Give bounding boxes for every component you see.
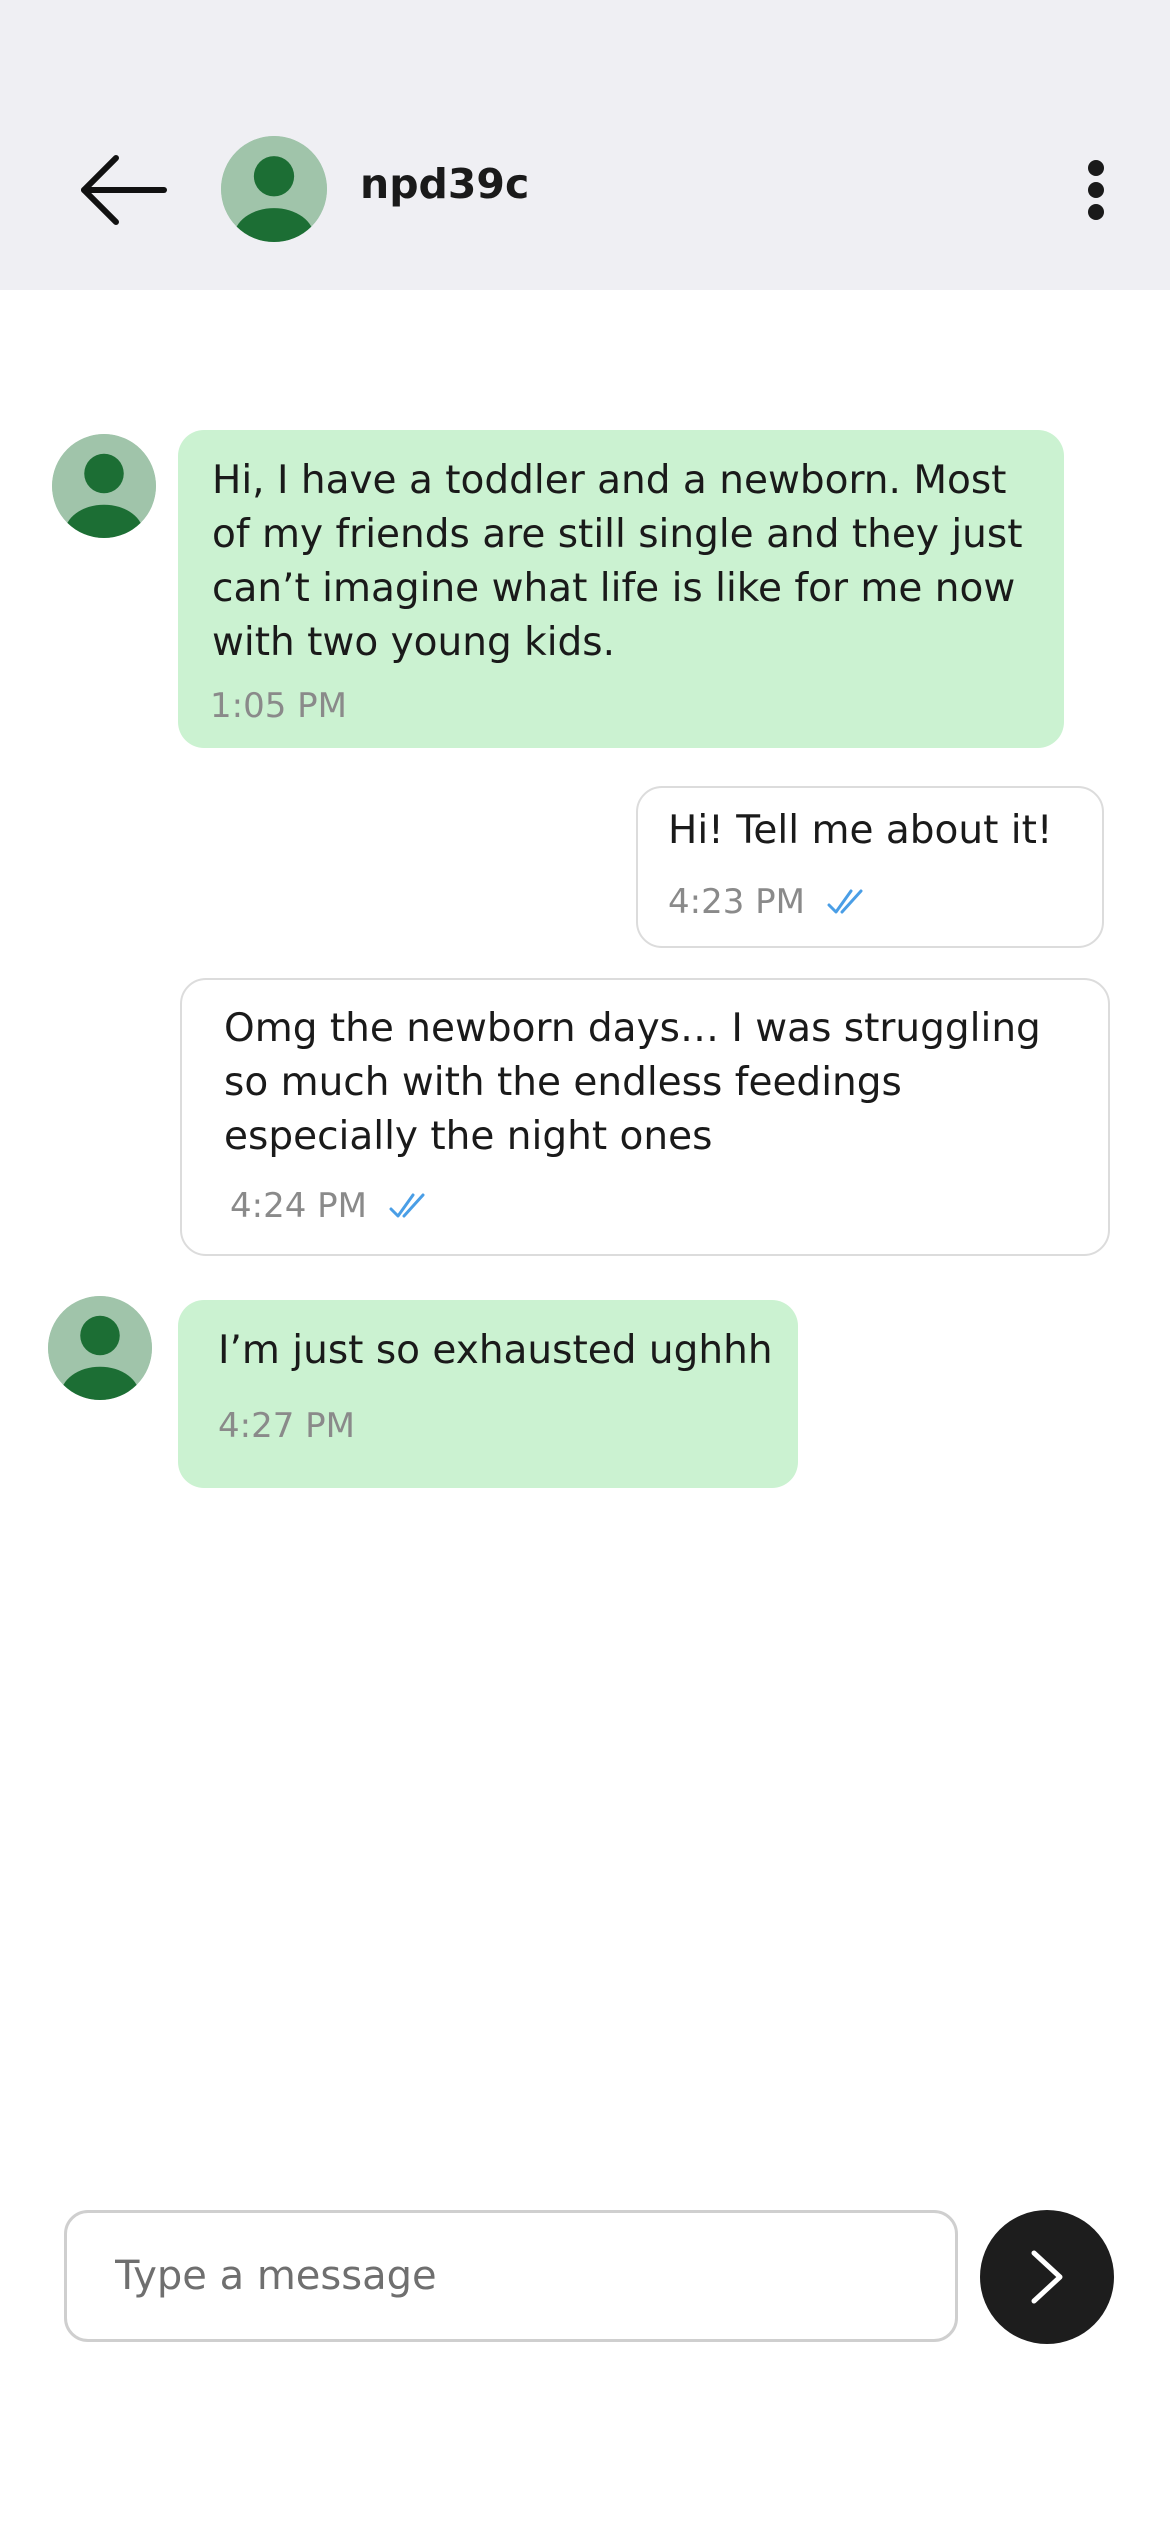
message-input[interactable]	[64, 2210, 958, 2342]
user-avatar-icon	[48, 1296, 152, 1400]
more-options-button[interactable]	[1080, 150, 1112, 230]
chat-header: npd39c	[0, 0, 1170, 290]
message-bubble-outgoing[interactable]: Hi! Tell me about it! 4:23 PM	[636, 786, 1104, 948]
message-text: Omg the newborn days… I was struggling s…	[224, 1006, 1041, 1159]
message-meta: 4:24 PM	[230, 1186, 431, 1226]
arrow-left-icon	[81, 155, 167, 225]
user-avatar-icon	[221, 136, 327, 242]
user-avatar-icon	[52, 434, 156, 538]
double-check-icon	[827, 889, 863, 914]
sender-avatar[interactable]	[52, 434, 156, 538]
double-check-icon	[389, 1193, 425, 1218]
message-time: 4:23 PM	[668, 882, 805, 922]
more-vertical-icon-dot	[1088, 182, 1104, 198]
more-vertical-icon-dot	[1088, 204, 1104, 220]
chevron-right-icon	[1031, 2250, 1063, 2304]
message-bubble-outgoing[interactable]: Omg the newborn days… I was struggling s…	[180, 978, 1110, 1256]
message-text: I’m just so exhausted ughhh	[218, 1328, 773, 1373]
message-meta: 4:27 PM	[218, 1406, 355, 1446]
message-meta: 4:23 PM	[668, 882, 869, 922]
contact-avatar[interactable]	[221, 136, 327, 242]
back-button[interactable]	[78, 150, 168, 230]
message-meta: 1:05 PM	[210, 686, 347, 726]
send-button[interactable]	[980, 2210, 1114, 2344]
message-time: 4:27 PM	[218, 1406, 355, 1446]
message-text: Hi, I have a toddler and a newborn. Most…	[212, 458, 1023, 665]
message-bubble-incoming[interactable]: Hi, I have a toddler and a newborn. Most…	[178, 430, 1064, 748]
contact-name[interactable]: npd39c	[360, 160, 529, 208]
more-vertical-icon	[1088, 160, 1104, 176]
message-bubble-incoming[interactable]: I’m just so exhausted ughhh 4:27 PM	[178, 1300, 798, 1488]
message-time: 4:24 PM	[230, 1186, 367, 1226]
message-text: Hi! Tell me about it!	[668, 808, 1053, 853]
message-time: 1:05 PM	[210, 686, 347, 726]
sender-avatar[interactable]	[48, 1296, 152, 1400]
